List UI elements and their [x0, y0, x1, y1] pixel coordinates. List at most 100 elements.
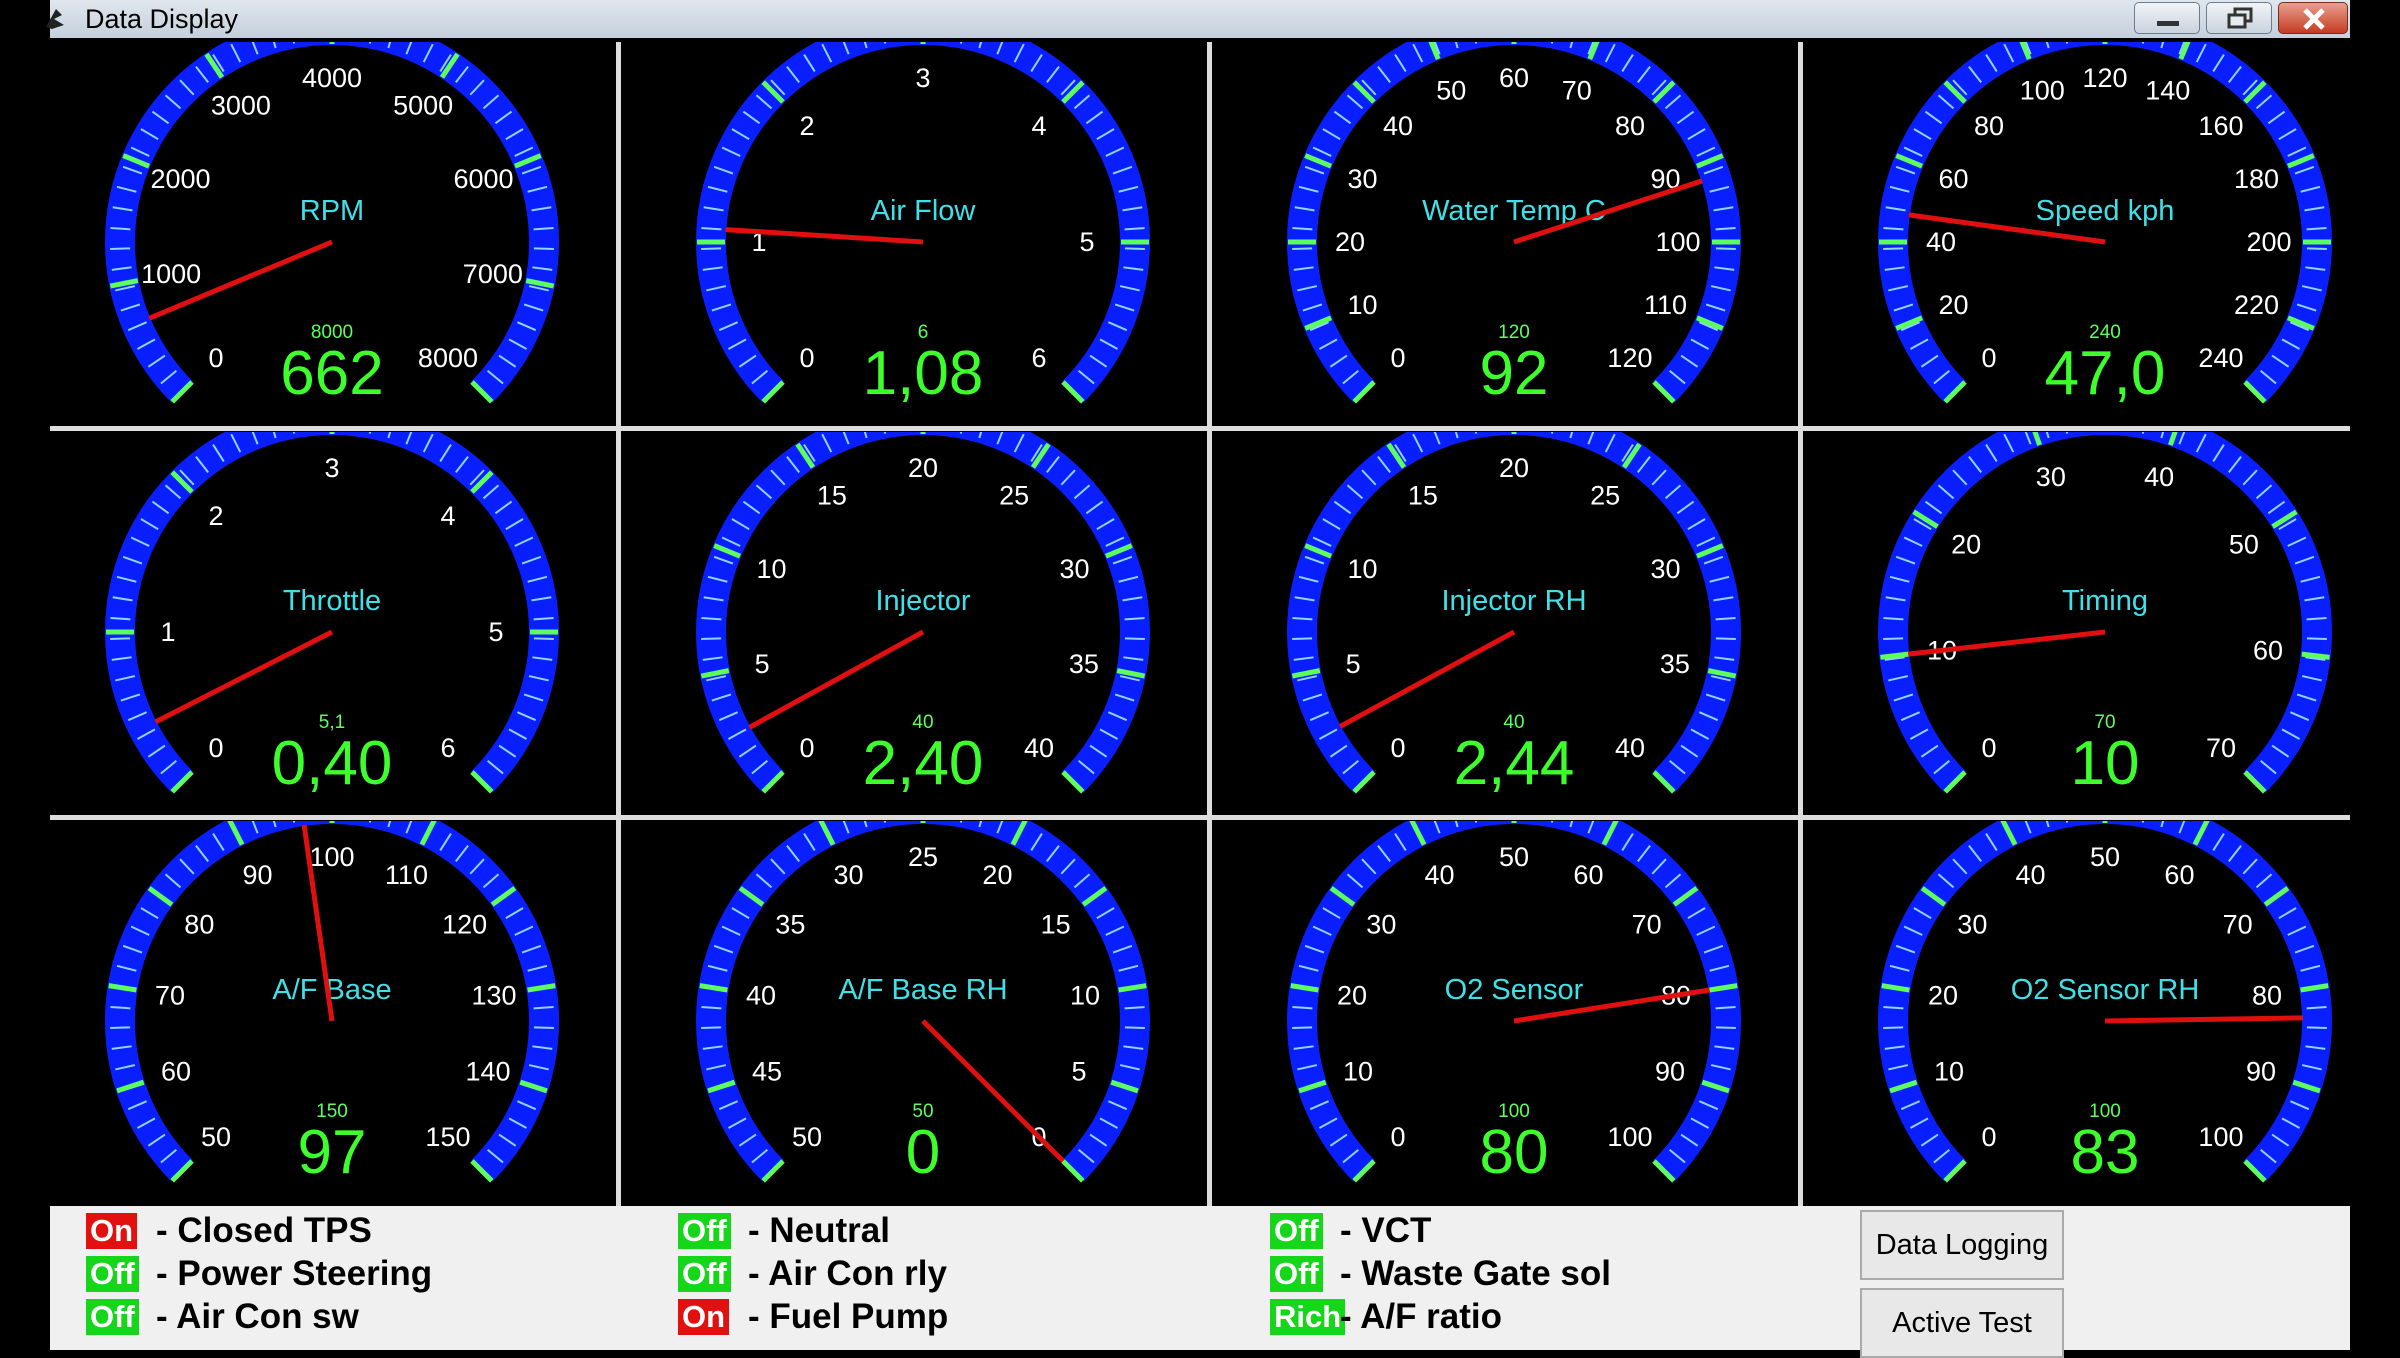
- value-readout: 2,44: [1454, 729, 1575, 798]
- tick-label: 6: [1031, 343, 1046, 373]
- minor-tick: [533, 617, 554, 621]
- tick-label: 80: [184, 910, 214, 940]
- gauge-dial: 010203040506070Timing7010: [1878, 432, 2332, 798]
- status-label: - A/F ratio: [1340, 1297, 1503, 1336]
- close-button[interactable]: [2278, 2, 2348, 34]
- major-tick: [2301, 651, 2330, 660]
- value-readout: 0: [906, 1118, 940, 1187]
- title-bar[interactable]: Data Display: [46, 0, 2350, 38]
- tick-label: 50: [1499, 842, 1529, 872]
- gauge-water-temp-c: 0 10 20 30 40 50 60 70 80 90 100 110 120 Water Temp C…: [1232, 42, 1796, 422]
- minor-tick: [533, 1006, 554, 1010]
- value-readout: 80: [1480, 1118, 1549, 1187]
- minor-tick: [110, 1006, 131, 1010]
- status-item: On - Fuel Pump: [678, 1296, 1238, 1336]
- tick-label: 35: [775, 910, 805, 940]
- tick-label: 0: [1391, 343, 1406, 373]
- gauge-dial: 0510152025303540Injector402,40: [696, 432, 1150, 798]
- tick-label: 5: [488, 617, 503, 647]
- minor-tick: [110, 227, 131, 231]
- minor-tick: [2306, 1026, 2327, 1029]
- minor-tick: [1715, 637, 1736, 640]
- tick-label: 0: [800, 343, 815, 373]
- tick-label: 240: [2198, 343, 2243, 373]
- status-item: Off - VCT: [1270, 1210, 1830, 1250]
- value-readout: 0,40: [272, 729, 393, 798]
- minor-tick: [110, 617, 131, 621]
- minor-tick: [2306, 227, 2327, 231]
- minor-tick: [1715, 227, 1736, 231]
- value-readout: 83: [2071, 1118, 2140, 1187]
- grid-divider: [50, 426, 2350, 431]
- value-readout: 97: [298, 1118, 367, 1187]
- tick-label: 5: [755, 649, 770, 679]
- needle: [748, 629, 925, 730]
- value-readout: 662: [280, 339, 383, 408]
- tick-label: 100: [2198, 1122, 2243, 1152]
- minor-tick: [1715, 1006, 1736, 1010]
- tick-label: 150: [425, 1122, 470, 1152]
- status-label: - Air Con sw: [156, 1297, 359, 1336]
- minor-tick: [701, 617, 722, 621]
- tick-label: 70: [1562, 75, 1592, 105]
- tick-label: 4000: [302, 63, 362, 93]
- minor-tick: [701, 637, 722, 640]
- tick-label: 15: [817, 481, 847, 511]
- tick-label: 7000: [463, 259, 523, 289]
- restore-button[interactable]: [2206, 2, 2272, 34]
- tick-label: 90: [243, 860, 273, 890]
- tick-label: 30: [1347, 164, 1377, 194]
- data-logging-button[interactable]: Data Logging: [1860, 1210, 2064, 1280]
- gauge-label: O2 Sensor: [1445, 974, 1584, 1006]
- tick-label: 20: [1938, 290, 1968, 320]
- tick-label: 110: [385, 860, 428, 890]
- minor-tick: [1883, 617, 1904, 621]
- minor-tick: [533, 247, 554, 250]
- tick-label: 10: [756, 554, 786, 584]
- tick-label: 2: [209, 501, 224, 531]
- minor-tick: [1292, 637, 1313, 640]
- gauge-dial: 0 20 40 6080 100 120 140 160 180 200 220 240 Speed k…: [1878, 42, 2332, 408]
- tick-label: 60: [2253, 635, 2283, 665]
- gauge-dial: 5060708090100110120130140150A/F Base1509…: [105, 821, 559, 1187]
- tick-label: 25: [1590, 481, 1620, 511]
- gauge-o2-sensor: 0102030405060708090100O2 Sensor10080: [1232, 821, 1796, 1201]
- active-test-button[interactable]: Active Test: [1860, 1288, 2064, 1358]
- status-item: Off - Air Con sw: [86, 1296, 646, 1336]
- minor-tick: [1124, 617, 1145, 621]
- status-item: Off - Neutral: [678, 1210, 1238, 1250]
- status-label: - Air Con rly: [748, 1254, 947, 1293]
- minor-tick: [1883, 227, 1904, 231]
- value-readout: 1,08: [863, 339, 984, 408]
- tick-label: 140: [465, 1057, 510, 1087]
- major-tick: [1880, 651, 1909, 660]
- minor-tick: [1124, 1026, 1145, 1029]
- tick-label: 0: [209, 343, 224, 373]
- tick-label: 120: [2082, 63, 2127, 93]
- tick-label: 30: [1366, 910, 1396, 940]
- minor-tick: [533, 637, 554, 640]
- minor-tick: [1292, 1026, 1313, 1029]
- status-label: - VCT: [1340, 1211, 1432, 1250]
- minimize-button[interactable]: [2134, 2, 2200, 34]
- restore-icon: [2227, 7, 2253, 29]
- gauge-label: RPM: [300, 195, 364, 227]
- gauge-label: Throttle: [283, 585, 381, 617]
- status-item: Off - Air Con rly: [678, 1253, 1238, 1293]
- gauge-dial: 0102030405060708090100O2 Sensor RH10083: [1878, 821, 2332, 1187]
- tick-label: 20: [982, 860, 1012, 890]
- tick-label: 60: [1499, 63, 1529, 93]
- tick-label: 220: [2234, 290, 2279, 320]
- tick-label: 20: [1335, 227, 1365, 257]
- gauge-a-f-base-rh: 50454035302520151050A/F Base RH500: [641, 821, 1205, 1201]
- gauge-label: A/F Base RH: [838, 974, 1007, 1006]
- tick-label: 90: [2246, 1057, 2276, 1087]
- tick-label: 20: [1951, 530, 1981, 560]
- tick-label: 40: [746, 980, 776, 1010]
- gauge-dial: 01020304050 60 708090100110120Water Temp C…: [1287, 42, 1741, 408]
- gauge-label: Timing: [2062, 585, 2148, 617]
- tick-label: 45: [752, 1057, 782, 1087]
- tick-label: 60: [1938, 164, 1968, 194]
- minor-tick: [701, 1006, 722, 1010]
- needle: [154, 629, 334, 725]
